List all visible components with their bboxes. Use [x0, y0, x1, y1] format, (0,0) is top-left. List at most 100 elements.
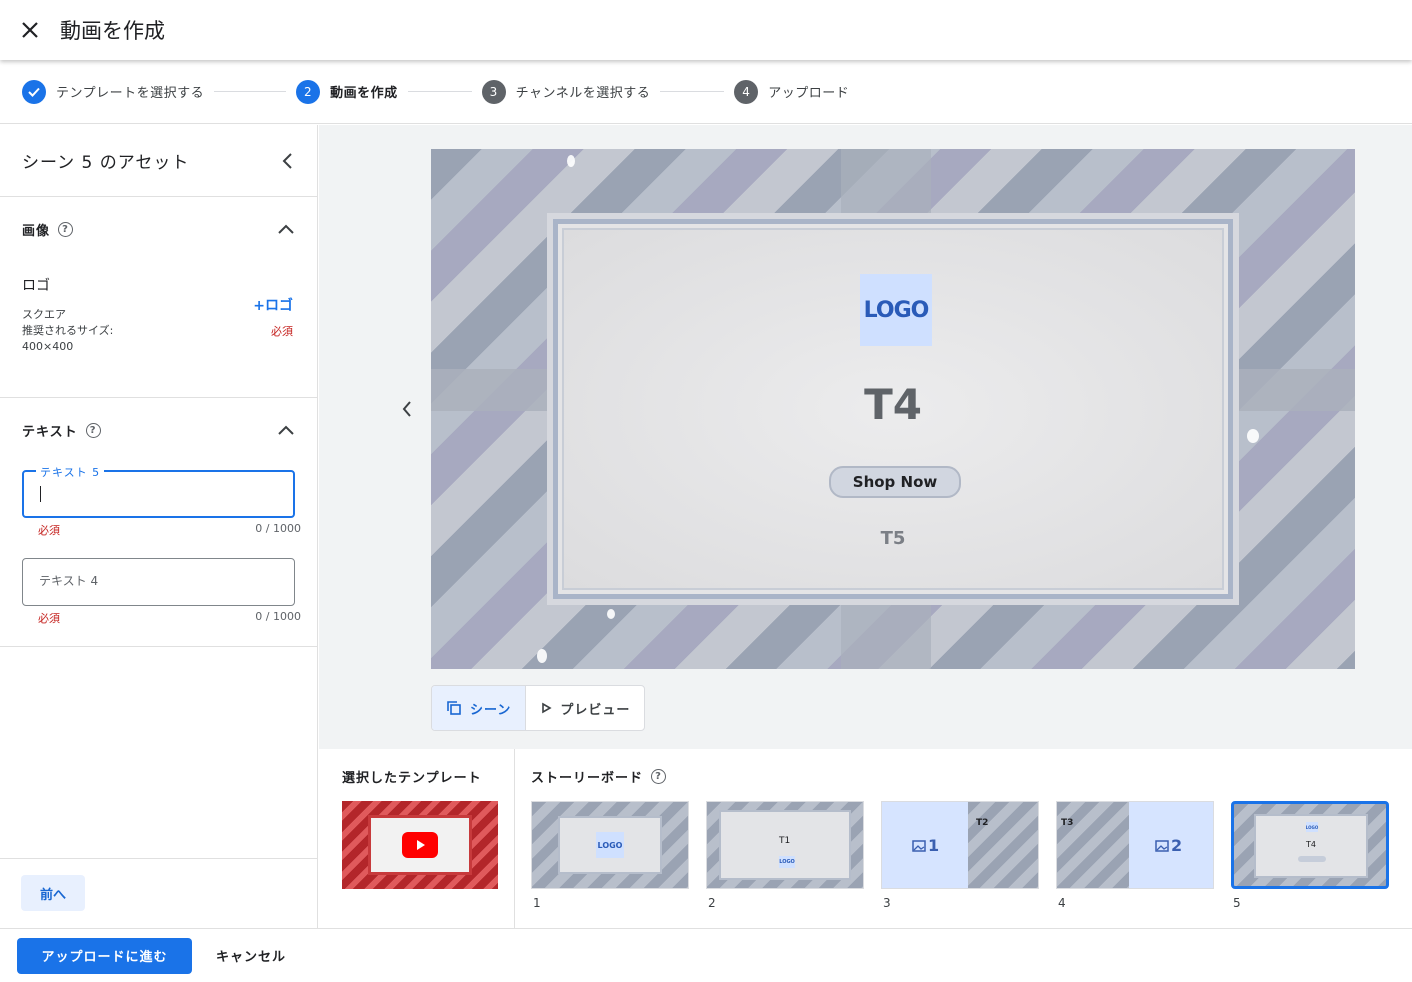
step-number: 4: [734, 79, 759, 104]
cta-button: Shop Now: [829, 466, 961, 498]
text5-input[interactable]: [40, 486, 280, 502]
scene-2[interactable]: T1 LOGO 2: [706, 801, 864, 910]
stepper: テンプレートを選択する 2 動画を作成 3 チャンネルを選択する 4 アップロー…: [0, 60, 1412, 124]
scene-thumbnail[interactable]: T3 2: [1056, 801, 1214, 889]
image-placeholder-icon: 1: [912, 836, 939, 855]
help-icon[interactable]: ?: [58, 221, 74, 237]
required-label: 必須: [38, 524, 60, 537]
cancel-button[interactable]: キャンセル: [208, 938, 294, 973]
headline-text: T4: [864, 380, 922, 429]
scene-toggle[interactable]: シーン: [432, 686, 527, 730]
logo-placeholder: LOGO: [860, 274, 932, 346]
preview-area: LOGO T4 Shop Now T5 シーン プレビュー: [319, 125, 1412, 749]
chevron-left-icon: [402, 401, 411, 417]
logo-placeholder: LOGO: [1306, 822, 1318, 832]
scene-number: 5: [1233, 896, 1241, 910]
scene-1[interactable]: LOGO 1: [531, 801, 689, 910]
scene-number: 4: [1058, 896, 1066, 910]
scene-toggle-label: シーン: [470, 702, 512, 718]
play-icon: [542, 702, 552, 714]
back-button[interactable]: 前へ: [21, 875, 85, 911]
snowflake: [537, 649, 547, 663]
step-create-video[interactable]: 2 動画を作成: [296, 79, 398, 104]
image-section-title: 画像: [22, 223, 51, 239]
text-section-header[interactable]: テキスト ?: [0, 398, 317, 462]
text4-field[interactable]: [22, 558, 295, 606]
close-button[interactable]: [16, 16, 44, 44]
chevron-up-icon[interactable]: [277, 223, 295, 235]
image-section: 画像 ? ロゴ スクエア 推奨されるサイズ: 400×400 +ロゴ 必須: [0, 197, 317, 398]
bottom-strip: 選択したテンプレート ストーリーボード ? LOGO 1 T1 LOGO 2 1…: [319, 749, 1412, 928]
logo-placeholder: LOGO: [596, 832, 624, 858]
logo-name: ロゴ: [22, 278, 50, 294]
panel-header: シーン 5 のアセット: [0, 125, 317, 197]
text-section-title: テキスト: [22, 424, 78, 440]
char-count: 0 / 1000: [255, 522, 301, 535]
view-toggle: シーン プレビュー: [431, 685, 646, 731]
selected-template-label: 選択したテンプレート: [342, 771, 482, 786]
scene-number: 3: [883, 896, 891, 910]
prev-scene-button[interactable]: [395, 397, 419, 421]
image-section-header[interactable]: 画像 ?: [0, 197, 317, 261]
add-logo-button[interactable]: +ロゴ: [253, 295, 293, 315]
left-footer: 前へ: [0, 858, 317, 928]
logo-asset: ロゴ スクエア 推奨されるサイズ: 400×400 +ロゴ 必須: [0, 261, 317, 355]
snowflake: [607, 609, 615, 619]
scene-3[interactable]: 1 T2 3: [881, 801, 1039, 910]
assets-panel: シーン 5 のアセット 画像 ? ロゴ スクエア 推奨されるサイズ: 400×4…: [0, 125, 318, 928]
required-label: 必須: [271, 325, 293, 338]
scene-4[interactable]: T3 2 4: [1056, 801, 1214, 910]
help-icon[interactable]: ?: [85, 422, 101, 438]
footer-bar: アップロードに進む キャンセル: [0, 928, 1412, 982]
image-placeholder-icon: 2: [1155, 836, 1182, 855]
logo-size-label: 推奨されるサイズ:: [22, 324, 114, 337]
text5-field[interactable]: テキスト 5: [22, 464, 295, 518]
preview-toggle-label: プレビュー: [560, 702, 631, 718]
step-select-template[interactable]: テンプレートを選択する: [22, 79, 205, 104]
step-upload[interactable]: 4 アップロード: [734, 79, 850, 104]
text-section: テキスト ? テキスト 5 必須 0 / 1000 必須 0 / 1000: [0, 398, 317, 647]
cta-placeholder: [1298, 856, 1326, 862]
scene-number: 2: [708, 896, 716, 910]
text5-label: テキスト 5: [36, 464, 105, 480]
logo-placeholder: LOGO: [779, 856, 795, 868]
scene-thumbnail[interactable]: T1 LOGO: [706, 801, 864, 889]
scene-card: LOGO T4 Shop Now T5: [547, 213, 1239, 605]
close-icon: [22, 22, 38, 38]
step-label: テンプレートを選択する: [56, 86, 205, 101]
step-label: チャンネルを選択する: [515, 86, 651, 101]
step-number: 2: [296, 79, 321, 104]
scene-thumbnail[interactable]: LOGO: [531, 801, 689, 889]
chevron-up-icon[interactable]: [277, 424, 295, 436]
step-divider: [214, 91, 287, 92]
video-preview[interactable]: LOGO T4 Shop Now T5: [431, 149, 1355, 669]
snowflake: [567, 155, 575, 167]
step-label: アップロード: [768, 86, 850, 101]
scene-thumbnail[interactable]: 1 T2: [881, 801, 1039, 889]
youtube-logo-icon: [402, 832, 438, 858]
subtext: T5: [880, 528, 906, 549]
step-label: 動画を作成: [330, 86, 398, 101]
scene-thumbnail[interactable]: LOGO T4: [1231, 801, 1389, 889]
text-placeholder: T2: [976, 818, 989, 828]
storyboard: LOGO 1 T1 LOGO 2 1 T2 3 T3 2 4 LOGO T4 5: [531, 801, 1389, 910]
preview-toggle[interactable]: プレビュー: [526, 686, 644, 730]
page-title: 動画を作成: [60, 19, 165, 43]
chevron-left-icon[interactable]: [281, 152, 295, 170]
selected-template: 選択したテンプレート: [319, 749, 515, 928]
text-placeholder: T4: [1306, 840, 1316, 849]
text-placeholder: T1: [779, 836, 791, 846]
top-bar: 動画を作成: [0, 0, 1412, 60]
required-label: 必須: [38, 612, 60, 625]
help-icon[interactable]: ?: [651, 769, 667, 784]
step-divider: [407, 91, 472, 92]
proceed-to-upload-button[interactable]: アップロードに進む: [17, 937, 192, 974]
text4-input[interactable]: [39, 573, 279, 589]
scene-5[interactable]: LOGO T4 5: [1231, 801, 1389, 910]
image-number: 1: [928, 836, 940, 855]
text-placeholder: T3: [1061, 818, 1074, 828]
check-icon: [22, 79, 46, 104]
image-number: 2: [1171, 836, 1183, 855]
step-select-channel[interactable]: 3 チャンネルを選択する: [481, 79, 651, 104]
template-thumbnail[interactable]: [342, 801, 498, 889]
